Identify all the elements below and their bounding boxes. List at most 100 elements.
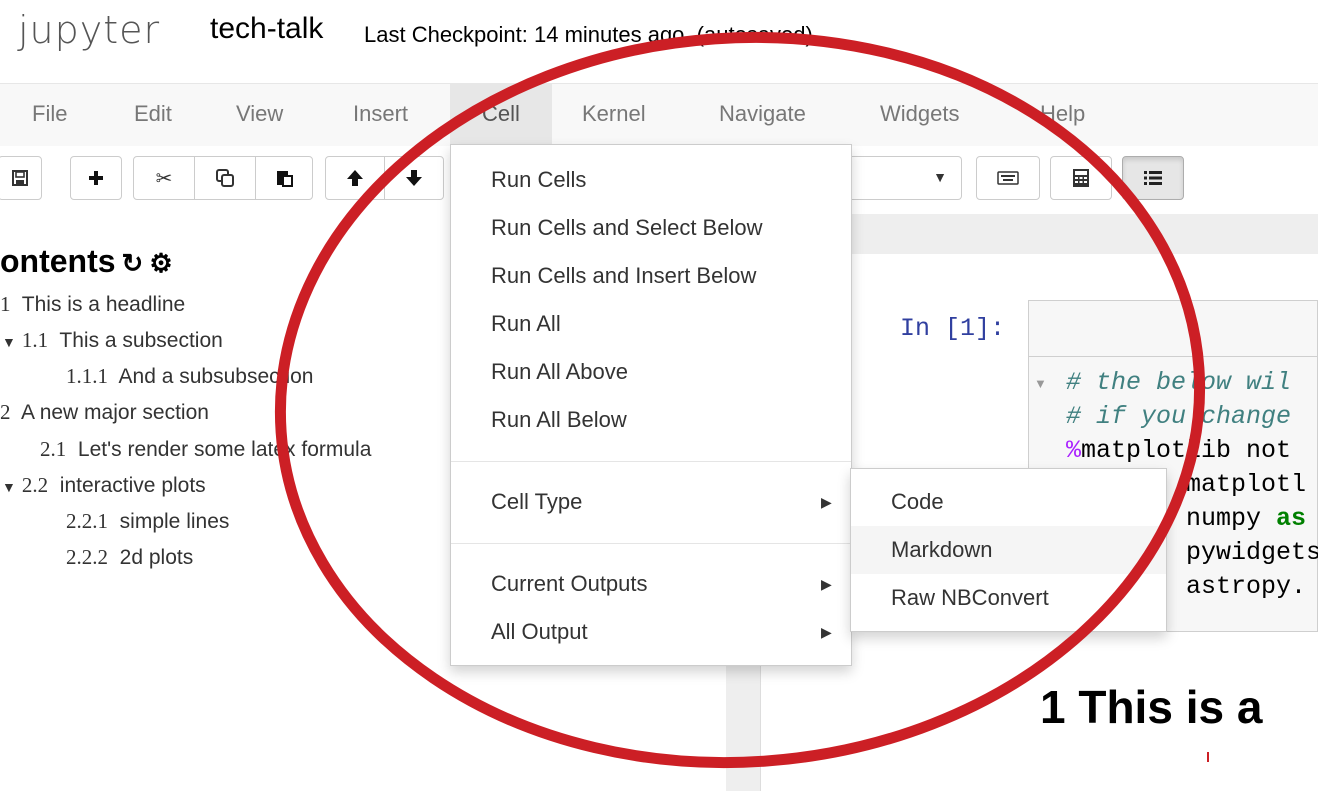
menu-run-cells-insert-below[interactable]: Run Cells and Insert Below [491,263,756,289]
scissors-icon: ✂ [155,167,173,190]
command-palette-button[interactable] [976,156,1040,200]
fold-icon[interactable]: ▼ [1034,376,1047,391]
equation-button[interactable] [1050,156,1112,200]
toc-item[interactable]: 1.1.1 And a subsubsection [66,364,313,389]
keyboard-icon [997,171,1019,185]
checkpoint-status: Last Checkpoint: 14 minutes ago (autosav… [364,22,813,48]
cut-button[interactable]: ✂ [133,156,195,200]
submenu-code[interactable]: Code [851,478,1166,526]
toc-num: 2.2.1 [66,509,108,533]
insert-cell-button[interactable] [70,156,122,200]
toc-label: A new major section [21,401,209,424]
code-text: numpy [1186,504,1277,533]
menu-all-output[interactable]: All Output [491,619,588,645]
toc-toggle-button[interactable] [1122,156,1184,200]
code-line: numpy as [1186,504,1306,533]
toc-num: 1.1 [21,328,49,352]
cell-dropdown-menu: Run Cells Run Cells and Select Below Run… [450,144,852,666]
arrow-up-icon [347,170,363,186]
toc-item[interactable]: ▼ 1.1 This a subsection [2,328,223,353]
save-button[interactable] [0,156,42,200]
toc-label: simple lines [119,510,230,533]
jupyter-logo[interactable]: jupyter [18,8,160,52]
toc-label: And a subsubsection [118,365,314,388]
caret-down-icon[interactable]: ▼ [2,479,16,495]
menu-insert[interactable]: Insert [353,84,408,146]
menu-widgets[interactable]: Widgets [880,84,959,146]
toc-item[interactable]: 1 This is a headline [0,292,185,317]
arrow-down-icon [406,170,422,186]
menu-cell-type[interactable]: Cell Type [491,489,582,515]
magic-symbol: % [1066,436,1082,465]
menu-run-cells[interactable]: Run Cells [491,167,586,193]
notebook-name[interactable]: tech-talk [210,12,323,46]
list-icon [1144,171,1162,185]
checkpoint-text: Last Checkpoint: 14 minutes ago [364,22,685,47]
toc-num: 1 [0,292,11,316]
toc-num: 2.1 [40,437,67,461]
menu-run-all-below[interactable]: Run All Below [491,407,627,433]
autosave-text: (autosaved) [696,22,813,47]
caret-down-icon[interactable]: ▼ [2,334,16,350]
submenu-markdown[interactable]: Markdown [851,526,1166,574]
move-down-button[interactable] [384,156,444,200]
menu-edit[interactable]: Edit [134,84,172,146]
move-up-button[interactable] [325,156,385,200]
toc-label: This a subsection [59,329,223,352]
code-line: # if you change [1066,402,1292,431]
toc-label: 2d plots [119,546,194,569]
submenu-raw-nbconvert[interactable]: Raw NBConvert [851,574,1166,622]
toc-num: 1.1.1 [66,364,108,388]
refresh-icon[interactable]: ↻ [122,248,144,278]
toc-label: This is a headline [21,293,186,316]
menu-divider [451,461,851,462]
cell-toolbar [1028,300,1318,356]
toc-title: ontents ↻ ⚙ [0,243,173,280]
menu-help[interactable]: Help [1040,84,1085,146]
gear-icon[interactable]: ⚙ [149,248,172,278]
toc-label: interactive plots [59,474,206,497]
select-caret-icon: ▼ [933,169,947,185]
submenu-arrow-icon: ▶ [821,494,832,510]
menu-divider [451,543,851,544]
submenu-arrow-icon: ▶ [821,624,832,640]
paste-button[interactable] [255,156,313,200]
toc-item[interactable]: ▼ 2.2 interactive plots [2,473,206,498]
cell-type-submenu: Code Markdown Raw NBConvert [850,468,1167,632]
code-line: matplotl [1186,470,1307,499]
toc-item[interactable]: 2.1 Let's render some latex formula [40,437,371,462]
toc-num: 2.2.2 [66,545,108,569]
copy-icon [216,169,234,187]
code-line: # the below wil [1066,368,1292,397]
markdown-heading: 1 This is a [1040,681,1263,733]
input-prompt: In [1]: [900,314,1006,343]
code-line: pywidgets [1186,538,1318,567]
save-icon [12,170,28,186]
toc-title-text: ontents [0,243,116,279]
toc-item[interactable]: 2 A new major section [0,400,209,425]
code-line: astropy. [1186,572,1307,601]
menu-kernel[interactable]: Kernel [582,84,646,146]
toc-item[interactable]: 2.2.2 2d plots [66,545,193,570]
toc-label: Let's render some latex formula [77,438,372,461]
code-text: matplotlib not [1081,436,1292,465]
menu-view[interactable]: View [236,84,283,146]
copy-button[interactable] [194,156,256,200]
paste-icon [277,171,293,187]
toc-num: 2.2 [21,473,49,497]
submenu-arrow-icon: ▶ [821,576,832,592]
menu-file[interactable]: File [32,84,67,146]
keyword: as [1276,504,1307,533]
menu-run-cells-select-below[interactable]: Run Cells and Select Below [491,215,762,241]
menu-run-all-above[interactable]: Run All Above [491,359,628,385]
menu-navigate[interactable]: Navigate [719,84,806,146]
calculator-icon [1073,169,1089,187]
plus-icon [89,171,103,185]
menu-current-outputs[interactable]: Current Outputs [491,571,648,597]
cell-type-select[interactable]: ▼ [840,156,962,200]
toc-item[interactable]: 2.2.1 simple lines [66,509,229,534]
menu-run-all[interactable]: Run All [491,311,561,337]
toc-num: 2 [0,400,11,424]
menu-cell[interactable]: Cell [450,84,552,146]
menubar: File Edit View Insert Cell Kernel Naviga… [0,83,1318,147]
